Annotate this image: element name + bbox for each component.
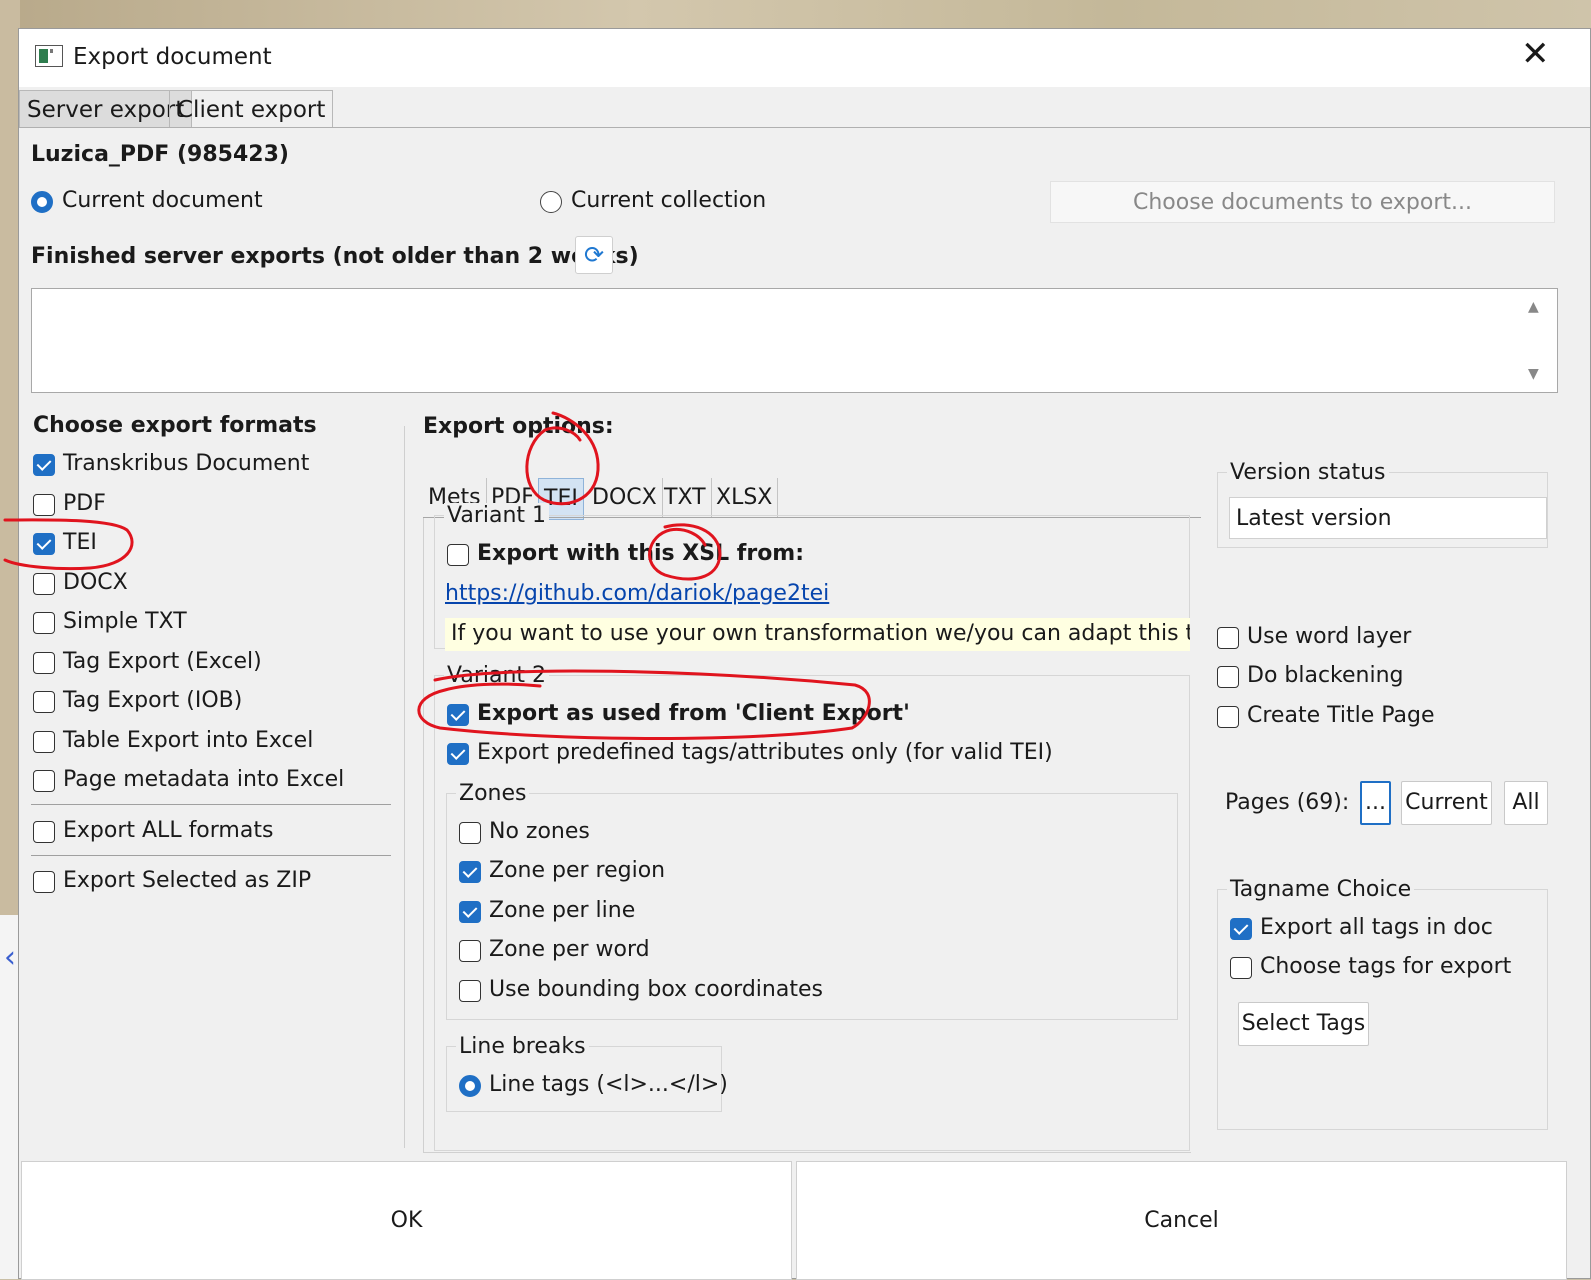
format-label-transkribus[interactable]: Transkribus Document [63,451,309,476]
ok-button[interactable]: OK [21,1161,792,1280]
background-top [0,0,1591,30]
options-left-border [423,518,424,1153]
subtab-txt[interactable]: TXT [659,478,712,518]
zone-label-none[interactable]: No zones [489,819,590,844]
current-document-label[interactable]: Current document [62,188,263,213]
zone-label-bbox[interactable]: Use bounding box coordinates [489,977,823,1002]
format-label-tag-iob[interactable]: Tag Export (IOB) [63,688,242,713]
variant1-legend: Variant 1 [444,503,550,528]
export-formats-heading: Choose export formats [33,413,317,438]
zone-checkbox-region[interactable] [459,861,481,883]
zone-label-region[interactable]: Zone per region [489,858,665,883]
choose-tags-label[interactable]: Choose tags for export [1260,954,1511,979]
export-options-heading: Export options: [423,414,614,439]
background-chevron-icon: ‹ [4,940,16,975]
current-collection-radio[interactable] [540,191,562,213]
use-word-layer-label[interactable]: Use word layer [1247,624,1411,649]
format-checkbox-tei[interactable] [33,533,55,555]
export-zip-checkbox[interactable] [33,871,55,893]
options-bottom-border [423,1152,1191,1153]
line-tags-radio[interactable] [459,1075,481,1097]
create-title-page-checkbox[interactable] [1217,706,1239,728]
format-checkbox-table-excel[interactable] [33,731,55,753]
pages-label: Pages (69): [1225,790,1350,815]
version-status-legend: Version status [1227,460,1389,485]
client-export-checkbox[interactable] [447,704,469,726]
format-checkbox-docx[interactable] [33,573,55,595]
export-zip-label[interactable]: Export Selected as ZIP [63,868,311,893]
current-collection-label[interactable]: Current collection [571,188,766,213]
format-checkbox-tag-iob[interactable] [33,691,55,713]
window-icon [35,45,63,67]
client-export-label[interactable]: Export as used from 'Client Export' [477,701,910,726]
export-all-tags-label[interactable]: Export all tags in doc [1260,915,1493,940]
export-dialog: Export document ✕ Server export Client e… [18,28,1591,1280]
current-pages-button[interactable]: Current [1401,781,1492,825]
zone-checkbox-bbox[interactable] [459,980,481,1002]
xsl-export-label[interactable]: Export with this XSL from: [477,541,804,566]
export-all-label[interactable]: Export ALL formats [63,818,273,843]
panel-divider [404,426,405,1148]
subtab-docx[interactable]: DOCX [587,478,663,518]
predefined-tags-checkbox[interactable] [447,743,469,765]
close-icon[interactable]: ✕ [1521,37,1550,71]
format-label-docx[interactable]: DOCX [63,570,128,595]
choose-tags-checkbox[interactable] [1230,957,1252,979]
refresh-icon[interactable]: ⟳ [575,236,613,274]
tab-server-export[interactable]: Server export [19,90,193,128]
zones-legend: Zones [456,781,530,806]
formats-separator [31,804,391,805]
finished-exports-list[interactable] [31,288,1558,393]
scroll-down-icon[interactable]: ▼ [1528,366,1539,382]
formats-separator-2 [31,855,391,856]
document-name: Luzica_PDF (985423) [31,142,289,167]
format-checkbox-transkribus[interactable] [33,454,55,476]
format-checkbox-txt[interactable] [33,612,55,634]
predefined-tags-label[interactable]: Export predefined tags/attributes only (… [477,740,1053,765]
tab-divider [19,127,1590,128]
current-document-radio[interactable] [31,191,53,213]
subtab-xlsx[interactable]: XLSX [711,478,779,518]
format-label-page-metadata[interactable]: Page metadata into Excel [63,767,344,792]
format-checkbox-page-metadata[interactable] [33,770,55,792]
tab-client-export[interactable]: Client export [169,90,334,128]
format-checkbox-tag-excel[interactable] [33,652,55,674]
zone-checkbox-line[interactable] [459,901,481,923]
choose-documents-button[interactable]: Choose documents to export... [1050,181,1555,223]
zone-checkbox-word[interactable] [459,940,481,962]
create-title-page-label[interactable]: Create Title Page [1247,703,1435,728]
line-tags-label[interactable]: Line tags (<l>...</l>) [489,1072,728,1097]
xsl-export-checkbox[interactable] [447,544,469,566]
pages-dots-button[interactable]: ... [1360,781,1391,825]
zone-label-word[interactable]: Zone per word [489,937,650,962]
linebreaks-legend: Line breaks [456,1034,589,1059]
format-label-table-excel[interactable]: Table Export into Excel [63,728,313,753]
tagname-choice-legend: Tagname Choice [1227,877,1415,902]
format-label-tei[interactable]: TEI [63,530,97,555]
export-all-checkbox[interactable] [33,821,55,843]
scroll-up-icon[interactable]: ▲ [1528,299,1539,315]
format-label-txt[interactable]: Simple TXT [63,609,187,634]
all-pages-button[interactable]: All [1504,781,1548,825]
format-checkbox-pdf[interactable] [33,494,55,516]
zone-checkbox-none[interactable] [459,822,481,844]
use-word-layer-checkbox[interactable] [1217,627,1239,649]
xsl-hint-box: If you want to use your own transformati… [445,618,1190,651]
do-blackening-checkbox[interactable] [1217,666,1239,688]
do-blackening-label[interactable]: Do blackening [1247,663,1404,688]
format-label-tag-excel[interactable]: Tag Export (Excel) [63,649,262,674]
cancel-button[interactable]: Cancel [796,1161,1567,1280]
finished-exports-label: Finished server exports (not older than … [31,244,639,269]
page2tei-link[interactable]: https://github.com/dariok/page2tei [445,581,829,606]
xsl-hint-text: If you want to use your own transformati… [451,621,1190,646]
select-tags-button[interactable]: Select Tags [1238,1002,1369,1046]
format-label-pdf[interactable]: PDF [63,491,106,516]
variant2-legend: Variant 2 [444,663,550,688]
version-status-field[interactable]: Latest version [1229,497,1547,539]
export-all-tags-checkbox[interactable] [1230,918,1252,940]
version-status-value: Latest version [1236,506,1392,531]
window-title: Export document [73,44,272,70]
zone-label-line[interactable]: Zone per line [489,898,635,923]
